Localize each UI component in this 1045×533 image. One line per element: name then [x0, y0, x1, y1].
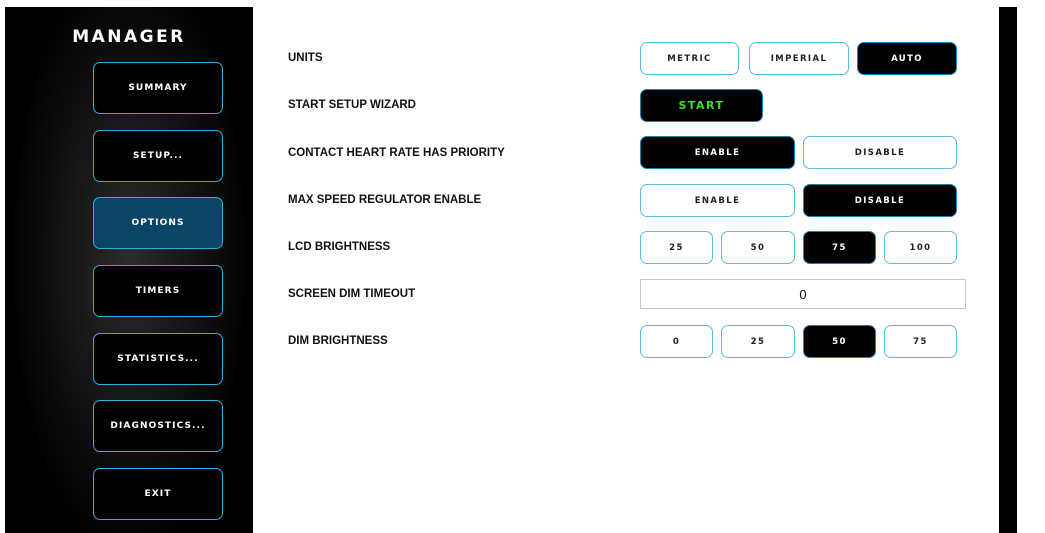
dim-brightness-75-button[interactable]: 75 [884, 325, 957, 358]
nav-options-button[interactable]: OPTIONS [93, 197, 223, 249]
screen-dim-timeout-label: SCREEN DIM TIMEOUT [288, 288, 416, 300]
contact-hr-disable-button[interactable]: DISABLE [803, 136, 957, 169]
setup-wizard-label: START SETUP WIZARD [288, 99, 416, 111]
nav-setup-button[interactable]: SETUP... [93, 130, 223, 182]
max-speed-regulator-label: MAX SPEED REGULATOR ENABLE [288, 194, 482, 206]
max-speed-disable-button[interactable]: DISABLE [803, 184, 957, 217]
dim-brightness-label: DIM BRIGHTNESS [288, 335, 388, 347]
sidebar: MANAGER SUMMARY SETUP... OPTIONS TIMERS … [5, 7, 253, 533]
nav-summary-button[interactable]: SUMMARY [93, 62, 223, 114]
units-auto-button[interactable]: AUTO [857, 42, 957, 75]
app-frame: MANAGER SUMMARY SETUP... OPTIONS TIMERS … [5, 7, 1017, 533]
dim-brightness-25-button[interactable]: 25 [721, 325, 795, 358]
contact-hr-enable-button[interactable]: ENABLE [640, 136, 795, 169]
sidebar-title: MANAGER [72, 27, 186, 47]
dim-brightness-50-button[interactable]: 50 [803, 325, 876, 358]
units-label: UNITS [288, 52, 323, 64]
contact-hr-priority-label: CONTACT HEART RATE HAS PRIORITY [288, 147, 505, 159]
units-metric-button[interactable]: METRIC [640, 42, 739, 75]
lcd-brightness-75-button[interactable]: 75 [803, 231, 876, 264]
nav-diagnostics-button[interactable]: DIAGNOSTICS... [93, 400, 223, 452]
lcd-brightness-label: LCD BRIGHTNESS [288, 241, 391, 253]
nav-exit-button[interactable]: EXIT [93, 468, 223, 520]
max-speed-enable-button[interactable]: ENABLE [640, 184, 795, 217]
nav-timers-button[interactable]: TIMERS [93, 265, 223, 317]
lcd-brightness-100-button[interactable]: 100 [884, 231, 957, 264]
options-panel: UNITS METRIC IMPERIAL AUTO START SETUP W… [253, 7, 999, 533]
dim-brightness-0-button[interactable]: 0 [640, 325, 713, 358]
screen-dim-timeout-field[interactable]: 0 [640, 279, 966, 309]
units-imperial-button[interactable]: IMPERIAL [749, 42, 849, 75]
right-edge-bar [999, 7, 1017, 533]
lcd-brightness-50-button[interactable]: 50 [721, 231, 795, 264]
nav-statistics-button[interactable]: STATISTICS... [93, 333, 223, 385]
lcd-brightness-25-button[interactable]: 25 [640, 231, 713, 264]
start-setup-wizard-button[interactable]: START [640, 89, 763, 122]
